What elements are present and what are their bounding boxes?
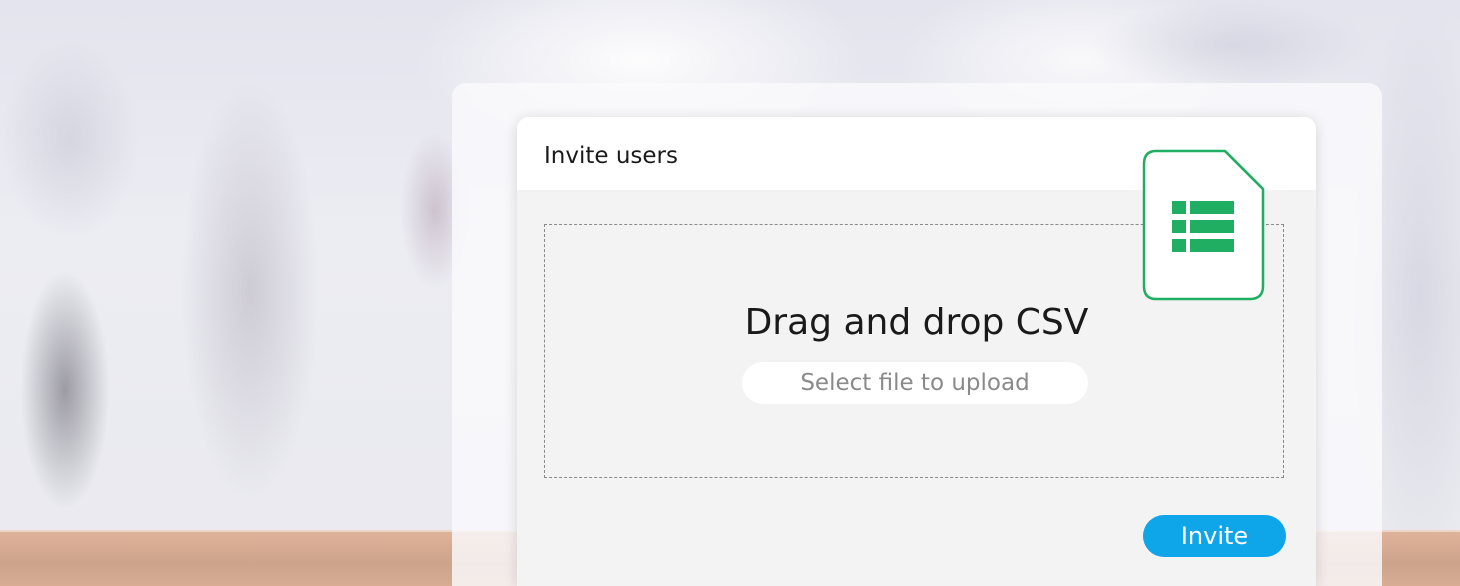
- select-file-button[interactable]: Select file to upload: [742, 362, 1088, 404]
- dialog-title: Invite users: [544, 143, 678, 169]
- invite-button[interactable]: Invite: [1143, 515, 1286, 557]
- spreadsheet-file-icon: [1142, 149, 1265, 301]
- dropzone-title: Drag and drop CSV: [744, 302, 1089, 343]
